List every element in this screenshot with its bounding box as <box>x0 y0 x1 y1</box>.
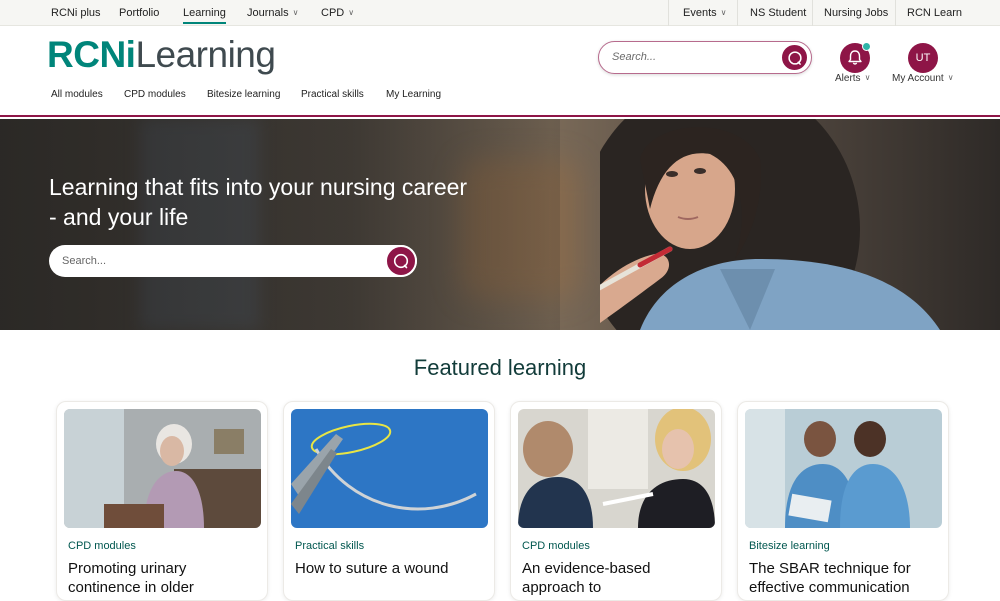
featured-card[interactable]: Practical skills How to suture a wound <box>283 401 495 601</box>
topnav-journals[interactable]: Journals ∨ <box>247 0 298 26</box>
card-title[interactable]: Promoting urinary continence in older <box>68 559 258 597</box>
alerts-button[interactable] <box>840 42 871 73</box>
card-category: Bitesize learning <box>749 540 830 552</box>
featured-card[interactable]: CPD modules Promoting urinary continence… <box>56 401 268 601</box>
search-icon <box>393 253 409 269</box>
chevron-down-icon: ∨ <box>348 8 355 17</box>
subnav-practical-skills[interactable]: Practical skills <box>301 89 364 100</box>
card-image-older-woman <box>64 409 261 528</box>
hero-banner: Learning that fits into your nursing car… <box>0 119 1000 330</box>
account-avatar[interactable]: UT <box>908 43 938 73</box>
chevron-down-icon: ∨ <box>864 73 871 82</box>
header-search-input[interactable]: Search... <box>598 41 812 74</box>
featured-learning-heading: Featured learning <box>413 355 587 380</box>
topnav-nursing-jobs[interactable]: Nursing Jobs <box>824 0 888 26</box>
topnav-divider <box>668 0 669 26</box>
chevron-down-icon: ∨ <box>947 73 954 82</box>
card-title[interactable]: An evidence-based approach to <box>522 559 712 597</box>
nurse-photo <box>600 119 940 330</box>
topnav-learning[interactable]: Learning <box>183 0 226 26</box>
bell-icon <box>848 50 862 65</box>
card-image-suture-needle <box>291 409 488 528</box>
card-category: Practical skills <box>295 540 365 552</box>
alert-indicator-dot <box>862 42 871 51</box>
topnav-divider <box>812 0 813 26</box>
topnav-portfolio[interactable]: Portfolio <box>119 0 159 26</box>
topnav-divider <box>895 0 896 26</box>
topnav-rcn-learn[interactable]: RCN Learn <box>907 0 962 26</box>
hero-headline: Learning that fits into your nursing car… <box>49 174 468 230</box>
card-category: CPD modules <box>68 540 136 552</box>
site-header: RCNiLearning Search... Alerts ∨ UT My Acc… <box>0 26 1000 117</box>
search-placeholder: Search... <box>612 51 657 63</box>
featured-card[interactable]: CPD modules An evidence-based approach t… <box>510 401 722 601</box>
my-account-menu[interactable]: My Account ∨ <box>892 73 954 84</box>
rcni-learning-logo[interactable]: RCNiLearning <box>47 34 276 76</box>
chevron-down-icon: ∨ <box>292 8 299 17</box>
subnav-cpd-modules[interactable]: CPD modules <box>124 89 186 100</box>
search-icon <box>787 50 802 65</box>
hero-search-input[interactable]: Search... <box>49 245 417 277</box>
topnav-ns-student[interactable]: NS Student <box>750 0 806 26</box>
alerts-label[interactable]: Alerts ∨ <box>835 73 870 84</box>
topnav-divider <box>737 0 738 26</box>
topnav-rcni-plus[interactable]: RCNi plus <box>51 0 101 26</box>
card-title[interactable]: How to suture a wound <box>295 559 485 578</box>
search-placeholder: Search... <box>62 255 107 267</box>
subnav-all-modules[interactable]: All modules <box>51 89 103 100</box>
top-utility-bar: RCNi plus Portfolio Learning Journals ∨ C… <box>0 0 1000 26</box>
hero-search-button[interactable] <box>385 245 417 277</box>
topnav-events[interactable]: Events ∨ <box>683 0 727 26</box>
header-search-button[interactable] <box>780 43 809 72</box>
card-image-nurses-tablet <box>745 409 942 528</box>
subnav-bitesize-learning[interactable]: Bitesize learning <box>207 89 280 100</box>
card-category: CPD modules <box>522 540 590 552</box>
card-title[interactable]: The SBAR technique for effective communi… <box>749 559 939 597</box>
chevron-down-icon: ∨ <box>720 8 727 17</box>
featured-card[interactable]: Bitesize learning The SBAR technique for… <box>737 401 949 601</box>
subnav-my-learning[interactable]: My Learning <box>386 89 441 100</box>
card-image-vaccination <box>518 409 715 528</box>
topnav-cpd[interactable]: CPD ∨ <box>321 0 354 26</box>
